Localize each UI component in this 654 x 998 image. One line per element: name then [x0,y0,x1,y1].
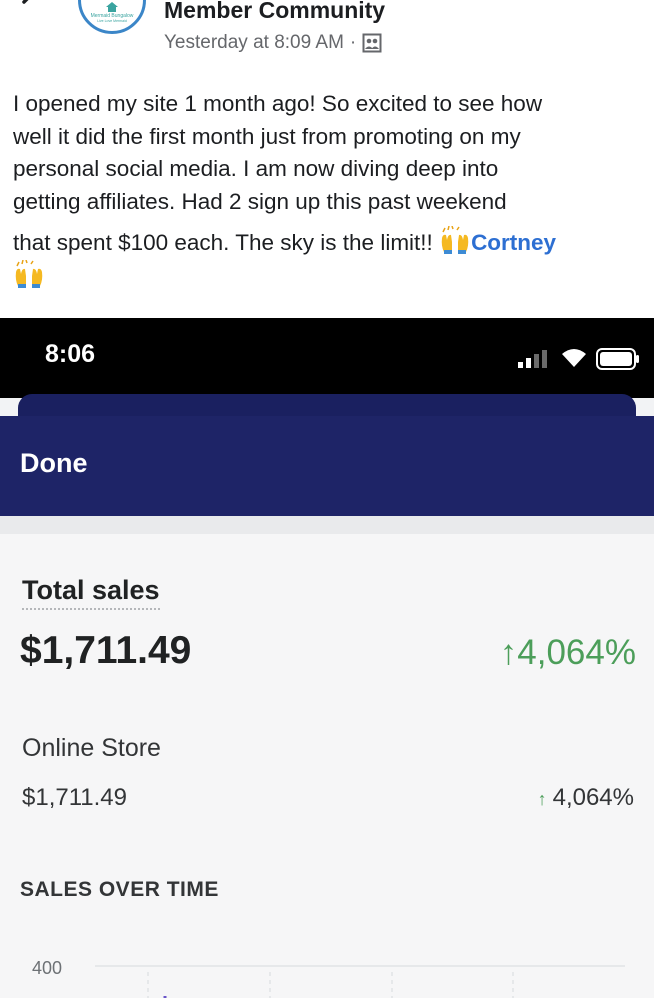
divider [0,516,654,534]
raising-hands-emoji-icon [441,226,469,254]
signal-icon [518,350,547,368]
meta-separator: · [349,32,357,53]
sales-over-time-chart: 400 [32,958,625,998]
online-store-change: ↑ 4,064% [538,784,634,812]
online-store-value: $1,711.49 [22,784,127,811]
sales-panel: Total sales $1,711.49 ↑4,064% Online Sto… [0,534,654,998]
done-button[interactable]: Done [20,448,88,479]
post-meta: Yesterday at 8:09 AM · [164,31,382,55]
online-store-label: Online Store [22,734,161,762]
post-line: getting affiliates. Had 2 sign up this p… [13,188,507,214]
total-sales-change: ↑4,064% [500,633,636,673]
total-sales-change-value: 4,064% [517,633,636,672]
wifi-icon [562,349,586,367]
group-icon [362,33,382,53]
post-timestamp[interactable]: Yesterday at 8:09 AM [164,31,344,55]
sales-over-time-title: SALES OVER TIME [20,878,219,901]
post-line-emoji [13,259,649,294]
post-body: I opened my site 1 month ago! So excited… [13,88,649,293]
total-sales-label[interactable]: Total sales [22,574,160,610]
total-sales-value: $1,711.49 [20,629,192,672]
mention-link[interactable]: Cortney [471,230,556,255]
back-arrow-icon[interactable] [18,0,48,16]
status-time: 8:06 [45,340,96,368]
up-arrow-icon: ↑ [537,789,547,809]
more-options-icon[interactable] [604,0,636,6]
post-line: well it did the first month just from pr… [13,123,521,149]
attached-screenshot[interactable]: 8:06 Done Total sales $1,711.49 ↑4,064% … [0,318,654,998]
post-line-with-mention: that spent $100 each. The sky is the lim… [13,226,649,260]
phone-status-bar: 8:06 [0,318,654,398]
y-tick-label: 400 [32,958,62,978]
group-name-link[interactable]: Member Community [164,0,385,24]
battery-icon [596,348,639,370]
post-line: I opened my site 1 month ago! So excited… [13,91,543,116]
nav-bar: Done [0,416,654,516]
avatar-tagline-text: Live Love Mermaid [97,19,127,23]
post-line: personal social media. I am now diving d… [13,156,499,181]
online-store-change-value: 4,064% [552,784,634,811]
house-logo-icon [106,2,118,12]
raising-hands-emoji-icon [15,259,43,288]
group-avatar[interactable]: Mermaid Bungalow Live Love Mermaid [78,0,146,34]
up-arrow-icon: ↑ [499,633,518,672]
post-line: that spent $100 each. The sky is the lim… [13,230,440,255]
